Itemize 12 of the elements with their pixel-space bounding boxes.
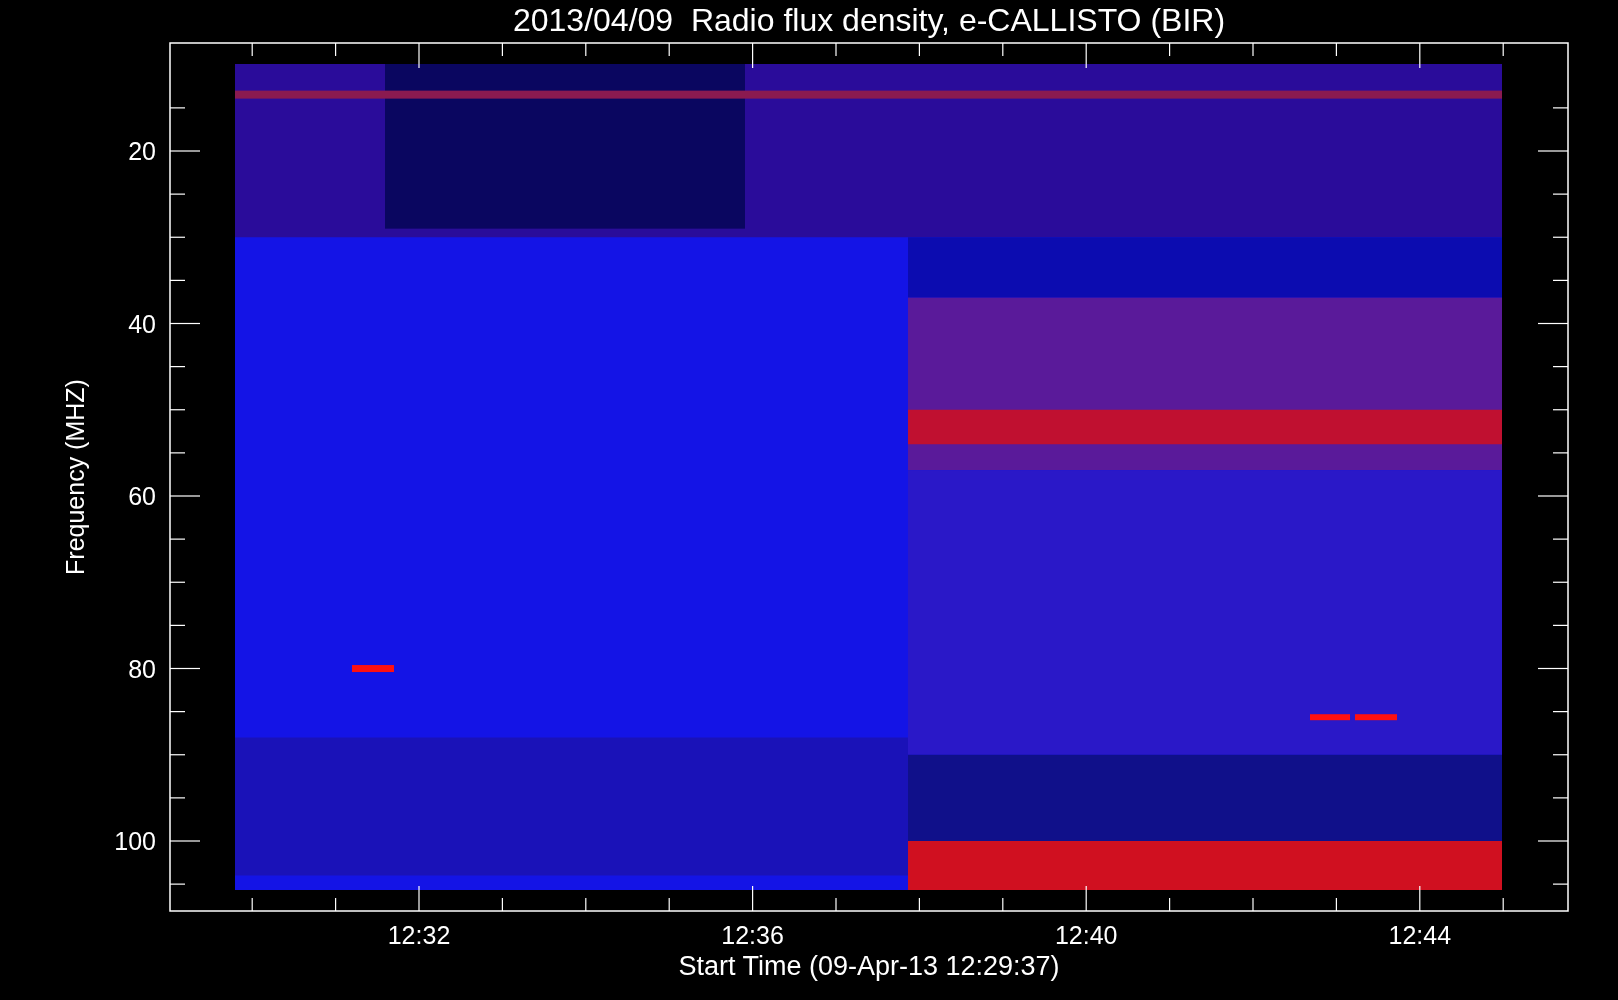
tick-label: 40 [128,309,156,338]
tick-label: 60 [128,482,156,510]
tick-label: 12:40 [1054,921,1118,949]
tick-label: 12:36 [721,921,784,949]
tick-label: 100 [114,827,156,855]
tick-label: 12:32 [387,921,451,949]
tick-label: 20 [128,137,156,165]
axis-label: Frequency (MHZ) [61,379,89,575]
plot-title: 2013/04/09 Radio flux density, e-CALLISTO (BIR) [512,2,1226,38]
tick-label: 12:44 [1388,921,1452,949]
axis-label: Start Time (09-Apr-13 12:29:37) [678,951,1060,981]
tick-label: 80 [128,654,156,683]
